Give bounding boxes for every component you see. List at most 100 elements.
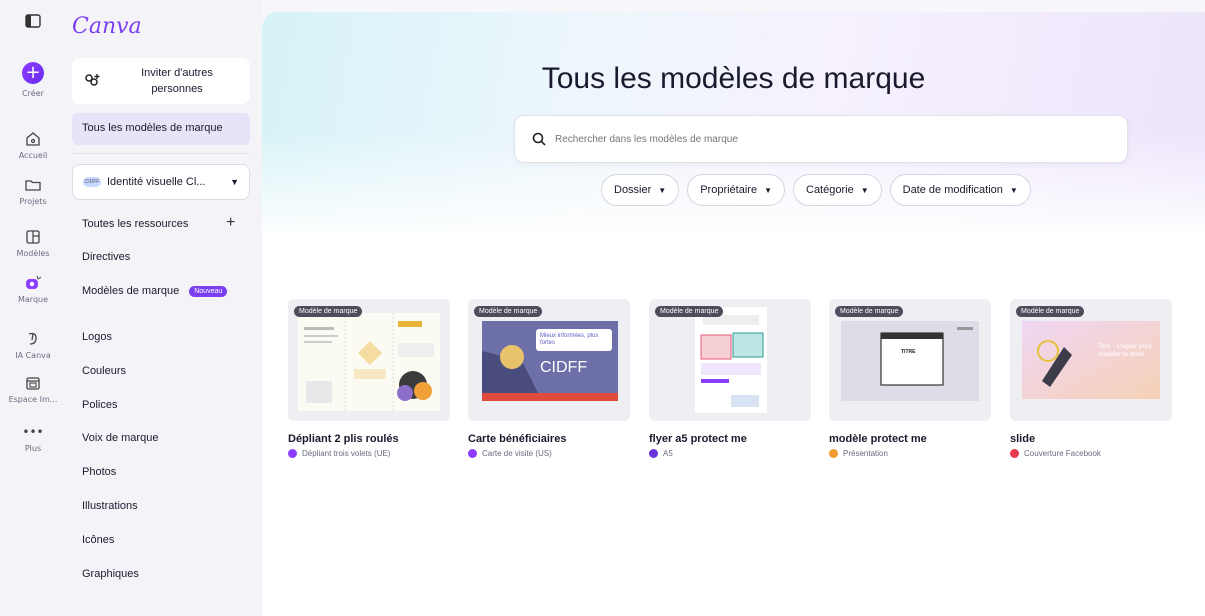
sidebar-item-illustrations[interactable]: Illustrations <box>82 500 138 512</box>
template-type: A5 <box>649 449 811 458</box>
sidebar-item-brand-templates[interactable]: Modèles de marque Nouveau <box>82 285 228 297</box>
sidebar-item-photos[interactable]: Photos <box>82 466 116 478</box>
type-icon <box>1010 449 1019 458</box>
template-type: Couverture Facebook <box>1010 449 1172 458</box>
template-type-label: A5 <box>663 449 673 458</box>
template-type-label: Présentation <box>843 449 888 458</box>
plus-icon: + <box>22 62 44 84</box>
search-input[interactable] <box>555 133 1095 145</box>
folder-icon <box>25 180 41 191</box>
rail-create[interactable]: + Créer <box>0 62 66 98</box>
left-rail: + Créer Accueil Projets Modèles Marque I… <box>0 0 66 616</box>
type-icon <box>649 449 658 458</box>
add-resource-icon[interactable]: + <box>226 214 235 232</box>
rail-create-label: Créer <box>22 89 44 98</box>
sidebar-item-graphics[interactable]: Graphiques <box>82 568 139 580</box>
sidebar-item-colors[interactable]: Couleurs <box>82 365 126 377</box>
sidebar-item-label: Modèles de marque <box>82 285 180 297</box>
brand-template-tag: Modèle de marque <box>294 306 363 317</box>
template-title[interactable]: slide <box>1010 433 1172 445</box>
rail-more-label: Plus <box>24 444 42 453</box>
card-heading-text: Mieux informées, plus fortes <box>540 333 599 346</box>
template-title[interactable]: modèle protect me <box>829 433 991 445</box>
rail-projects[interactable]: Projets <box>0 176 66 206</box>
template-thumbnail[interactable]: Modèle de marque <box>288 299 450 421</box>
template-thumbnail[interactable]: Modèle de marque Titre - Cliquer pour mo… <box>1010 299 1172 421</box>
slide-text: Titre - Cliquer pour modifier le texte <box>1098 343 1152 358</box>
template-thumbnail[interactable]: Modèle de marque Mieux informées, plus f… <box>468 299 630 421</box>
rail-templates[interactable]: Modèles <box>0 228 66 258</box>
template-type: Dépliant trois volets (UE) <box>288 449 450 458</box>
rail-brand-label: Marque <box>17 295 49 304</box>
brand-kit-select[interactable]: CIDFF Identité visuelle Cl... ▼ <box>72 164 250 200</box>
template-type-label: Couverture Facebook <box>1024 449 1101 458</box>
slide-title-text: TITRE <box>901 349 916 355</box>
brand-icon <box>26 275 42 289</box>
sidebar-item-logos[interactable]: Logos <box>82 331 112 343</box>
type-icon <box>468 449 477 458</box>
template-thumbnail[interactable]: Modèle de marque TITRE <box>829 299 991 421</box>
type-icon <box>288 449 297 458</box>
canva-logo[interactable]: Canva <box>72 14 142 39</box>
template-card[interactable]: Modèle de marque TITRE modèle protect me… <box>829 299 991 458</box>
rail-ai[interactable]: IA Canva <box>0 330 66 360</box>
filter-date[interactable]: Date de modification ▼ <box>889 174 1031 206</box>
template-title[interactable]: Carte bénéficiaires <box>468 433 630 445</box>
filter-owner[interactable]: Propriétaire ▼ <box>687 174 785 206</box>
sidebar-item-icons[interactable]: Icônes <box>82 534 114 546</box>
rail-more[interactable]: ••• Plus <box>0 426 66 453</box>
template-card[interactable]: Modèle de marque flyer a5 protect me A5 <box>649 299 811 458</box>
rail-brand[interactable]: Marque <box>0 274 66 304</box>
filter-label: Dossier <box>614 184 652 196</box>
search-icon <box>532 132 546 146</box>
template-card[interactable]: Modèle de marque Dépliant 2 plis roulés … <box>288 299 450 458</box>
template-card[interactable]: Modèle de marque Mieux informées, plus f… <box>468 299 630 458</box>
brand-template-tag: Modèle de marque <box>835 306 904 317</box>
template-title[interactable]: flyer a5 protect me <box>649 433 811 445</box>
template-type: Carte de visite (US) <box>468 449 630 458</box>
more-icon: ••• <box>22 425 44 439</box>
sidebar-item-resources[interactable]: Toutes les ressources <box>82 218 188 230</box>
sidebar-item-fonts[interactable]: Polices <box>82 399 117 411</box>
chevron-down-icon: ▼ <box>230 177 239 187</box>
sidebar-item-directives[interactable]: Directives <box>82 251 130 263</box>
rail-home[interactable]: Accueil <box>0 130 66 160</box>
type-icon <box>829 449 838 458</box>
sidebar-toggle-icon[interactable] <box>24 12 42 30</box>
template-thumbnail[interactable]: Modèle de marque <box>649 299 811 421</box>
template-type-label: Dépliant trois volets (UE) <box>302 449 391 458</box>
chevron-down-icon: ▼ <box>1009 185 1018 195</box>
all-brand-templates-item[interactable]: Tous les modèles de marque <box>72 113 250 145</box>
rail-templates-label: Modèles <box>16 249 50 258</box>
brand-kit-logo: CIDFF <box>83 177 101 187</box>
filter-label: Date de modification <box>902 184 1003 196</box>
home-icon <box>26 132 40 146</box>
page-title: Tous les modèles de marque <box>541 62 926 95</box>
brand-template-tag: Modèle de marque <box>655 306 724 317</box>
template-card[interactable]: Modèle de marque Titre - Cliquer pour mo… <box>1010 299 1172 458</box>
brand-sidebar: Canva Inviter d'autres personnes Tous le… <box>66 0 262 616</box>
filter-label: Propriétaire <box>700 184 758 196</box>
template-type-label: Carte de visite (US) <box>482 449 552 458</box>
flyer-preview <box>695 307 767 413</box>
brand-kit-label: Identité visuelle Cl... <box>107 176 206 188</box>
search-bar[interactable] <box>514 115 1128 163</box>
divider <box>72 153 250 154</box>
sidebar-item-brand-voice[interactable]: Voix de marque <box>82 432 158 444</box>
rail-print[interactable]: Espace Im... <box>0 374 66 404</box>
invite-button[interactable]: Inviter d'autres personnes <box>72 58 250 104</box>
chevron-down-icon: ▼ <box>658 185 667 195</box>
ai-icon <box>28 332 37 345</box>
rail-home-label: Accueil <box>18 151 48 160</box>
facebook-cover-preview <box>1022 321 1160 399</box>
chevron-down-icon: ▼ <box>860 185 869 195</box>
filter-bar: Dossier ▼ Propriétaire ▼ Catégorie ▼ Date d… <box>601 174 1031 206</box>
cidff-logo-text: CIDFF <box>540 359 588 376</box>
rail-projects-label: Projets <box>19 197 47 206</box>
filter-category[interactable]: Catégorie ▼ <box>793 174 882 206</box>
add-people-icon <box>85 74 100 86</box>
filter-folder[interactable]: Dossier ▼ <box>601 174 680 206</box>
template-title[interactable]: Dépliant 2 plis roulés <box>288 433 450 445</box>
invite-label: Inviter d'autres personnes <box>141 67 213 95</box>
brand-template-tag: Modèle de marque <box>474 306 543 317</box>
